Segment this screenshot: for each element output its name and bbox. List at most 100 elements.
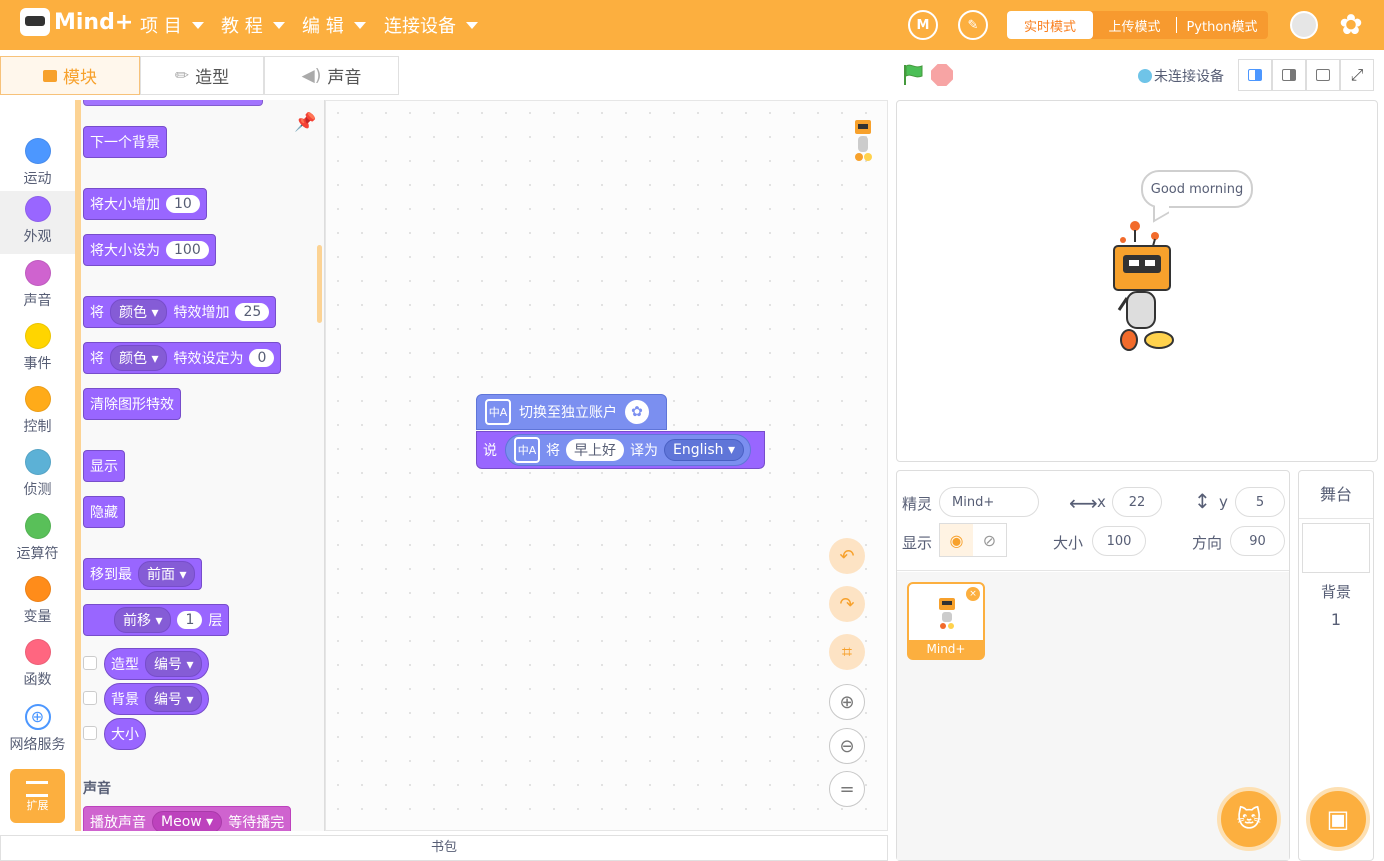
block-go-to-layer[interactable]: 移到最 前面 ▾ bbox=[83, 558, 203, 590]
eye-hide-icon[interactable]: ⊘ bbox=[973, 524, 1006, 556]
community-icon[interactable]: M bbox=[908, 10, 938, 40]
monitor-checkbox[interactable] bbox=[83, 656, 97, 670]
stop-icon[interactable] bbox=[931, 64, 953, 86]
translate-reporter[interactable]: 中A 将 早上好 译为 English ▾ bbox=[505, 434, 752, 466]
block-next-backdrop[interactable]: 下一个背景 bbox=[83, 126, 167, 158]
delete-sprite-icon[interactable]: × bbox=[966, 587, 980, 601]
size-input[interactable]: 100 bbox=[1092, 526, 1146, 556]
menu-edit[interactable]: 编 辑 bbox=[302, 12, 366, 38]
language-dropdown[interactable]: English ▾ bbox=[664, 439, 745, 461]
palette-scrollbar[interactable] bbox=[317, 245, 322, 323]
small-stage-layout-icon[interactable] bbox=[1238, 59, 1272, 91]
horizontal-arrows-icon: ⟷ bbox=[1069, 491, 1098, 515]
edit-note-icon[interactable]: ✎ bbox=[958, 10, 988, 40]
sprite-thumbnail[interactable]: × Mind+ bbox=[907, 582, 985, 660]
user-avatar[interactable] bbox=[1290, 11, 1318, 39]
backdrop-dropdown[interactable]: 编号 ▾ bbox=[145, 686, 203, 712]
direction-dropdown[interactable]: 前移 ▾ bbox=[114, 607, 172, 633]
x-input[interactable]: 22 bbox=[1112, 487, 1162, 517]
block-play-sound[interactable]: 播放声音 Meow ▾ 等待播完 bbox=[83, 806, 292, 831]
mindplus-robot-sprite[interactable] bbox=[1105, 220, 1185, 355]
value-input[interactable]: 10 bbox=[166, 195, 200, 213]
redo-icon[interactable]: ↷ bbox=[829, 586, 865, 622]
dropdown-value: 编号 bbox=[154, 657, 182, 673]
monitor-checkbox[interactable] bbox=[83, 726, 97, 740]
y-input[interactable]: 5 bbox=[1235, 487, 1285, 517]
category-network[interactable]: ⊕ 网络服务 bbox=[0, 704, 75, 764]
green-flag-icon[interactable] bbox=[902, 63, 924, 87]
mode-python[interactable]: Python模式 bbox=[1177, 11, 1267, 39]
block-set-effect[interactable]: 将颜色 ▾ 特效设定为 0 bbox=[83, 342, 282, 374]
zoom-in-icon[interactable]: ⊕ bbox=[829, 684, 865, 720]
category-motion[interactable]: 运动 bbox=[0, 136, 75, 196]
value-input[interactable]: 25 bbox=[235, 303, 270, 321]
dropdown-value: 颜色 bbox=[119, 351, 147, 367]
fullscreen-icon[interactable]: ⤢ bbox=[1340, 59, 1374, 91]
block-go-layers[interactable]: 前移 ▾ 1 层 bbox=[83, 604, 230, 636]
direction-input[interactable]: 90 bbox=[1230, 526, 1285, 556]
pin-icon[interactable]: 📌 bbox=[294, 112, 316, 133]
value-input[interactable]: 0 bbox=[249, 349, 275, 367]
normal-stage-layout-icon[interactable] bbox=[1272, 59, 1306, 91]
translate-text-input[interactable]: 早上好 bbox=[566, 439, 624, 461]
block-change-size[interactable]: 将大小增加 10 bbox=[83, 188, 207, 220]
dropdown-value: 前移 bbox=[123, 613, 151, 629]
costume-dropdown[interactable]: 编号 ▾ bbox=[145, 651, 203, 677]
zoom-out-icon[interactable]: ⊖ bbox=[829, 728, 865, 764]
mindplus-logo[interactable]: Mind+ bbox=[20, 8, 133, 36]
connection-status[interactable]: 未连接设备 bbox=[1138, 66, 1224, 86]
category-sensing[interactable]: 侦测 bbox=[0, 449, 75, 509]
category-label: 事件 bbox=[23, 356, 52, 372]
script-block-switch-account[interactable]: 中A 切换至独立账户 ✿ bbox=[476, 394, 667, 430]
tab-sounds[interactable]: ◀) 声音 bbox=[264, 56, 399, 95]
sprite-name-input[interactable]: Mind+ bbox=[939, 487, 1039, 517]
eye-show-icon[interactable]: ◉ bbox=[940, 524, 973, 556]
mode-realtime[interactable]: 实时模式 bbox=[1007, 11, 1093, 39]
add-sprite-button[interactable]: 🐱 bbox=[1217, 787, 1281, 851]
block-set-size[interactable]: 将大小设为 100 bbox=[83, 234, 216, 266]
backpack-bar[interactable]: 书包 bbox=[0, 835, 888, 861]
value-input[interactable]: 1 bbox=[177, 611, 203, 629]
category-dot bbox=[24, 513, 51, 539]
script-block-say[interactable]: 说 中A 将 早上好 译为 English ▾ bbox=[476, 431, 765, 469]
dropdown-value: 颜色 bbox=[119, 305, 147, 321]
undo-icon[interactable]: ↶ bbox=[829, 538, 865, 574]
reporter-backdrop[interactable]: 背景 编号 ▾ bbox=[104, 683, 210, 715]
reporter-size[interactable]: 大小 bbox=[104, 718, 146, 750]
category-variables[interactable]: 变量 bbox=[0, 576, 75, 636]
block-change-effect[interactable]: 将颜色 ▾ 特效增加 25 bbox=[83, 296, 277, 328]
speaker-icon: ◀) bbox=[301, 65, 322, 86]
block-show[interactable]: 显示 bbox=[83, 450, 125, 482]
hide-stage-layout-icon[interactable] bbox=[1306, 59, 1340, 91]
value-input[interactable]: 100 bbox=[166, 241, 209, 259]
reporter-costume[interactable]: 造型 编号 ▾ bbox=[104, 648, 210, 680]
category-sound[interactable]: 声音 bbox=[0, 260, 75, 320]
block-hide[interactable]: 隐藏 bbox=[83, 496, 125, 528]
mode-upload[interactable]: 上传模式 bbox=[1093, 17, 1177, 35]
cat-add-icon: 🐱 bbox=[1236, 805, 1262, 833]
category-control[interactable]: 控制 bbox=[0, 386, 75, 446]
sound-dropdown[interactable]: Meow ▾ bbox=[152, 811, 223, 831]
effect-dropdown[interactable]: 颜色 ▾ bbox=[110, 345, 168, 371]
category-functions[interactable]: 函数 bbox=[0, 639, 75, 699]
layer-dropdown[interactable]: 前面 ▾ bbox=[138, 561, 196, 587]
effect-dropdown[interactable]: 颜色 ▾ bbox=[110, 299, 168, 325]
monitor-checkbox[interactable] bbox=[83, 691, 97, 705]
block-clear-effects[interactable]: 清除图形特效 bbox=[83, 388, 181, 420]
tab-costumes[interactable]: ✏ 造型 bbox=[140, 56, 264, 95]
add-backdrop-button[interactable]: ▣ bbox=[1306, 787, 1370, 851]
menu-project[interactable]: 项 目 bbox=[140, 12, 204, 38]
category-looks[interactable]: 外观 bbox=[0, 191, 75, 254]
menu-tutorial[interactable]: 教 程 bbox=[221, 12, 285, 38]
stage-thumbnail[interactable] bbox=[1302, 523, 1370, 573]
partial-block[interactable] bbox=[83, 100, 263, 106]
tab-blocks[interactable]: 模块 bbox=[0, 56, 140, 95]
crop-icon[interactable]: ⌗ bbox=[829, 634, 865, 670]
menu-connect-device[interactable]: 连接设备 bbox=[384, 12, 478, 38]
category-events[interactable]: 事件 bbox=[0, 323, 75, 383]
settings-gear-icon[interactable]: ✿ bbox=[1336, 10, 1366, 40]
category-operators[interactable]: 运算符 bbox=[0, 513, 75, 573]
extensions-button[interactable]: 扩展 bbox=[10, 769, 65, 823]
gear-icon[interactable]: ✿ bbox=[625, 400, 649, 424]
zoom-reset-icon[interactable]: = bbox=[829, 771, 865, 807]
